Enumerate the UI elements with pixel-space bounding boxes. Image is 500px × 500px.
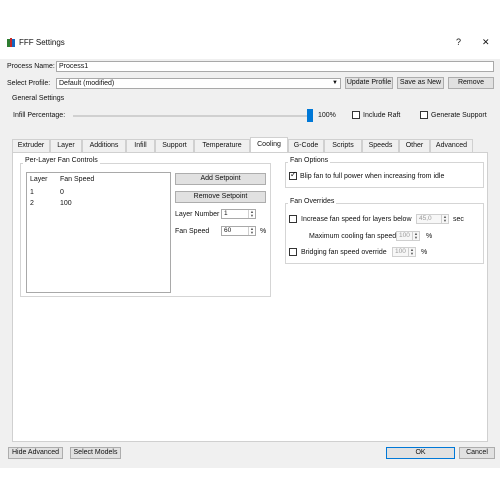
chevron-down-icon: ▼: [332, 80, 338, 86]
tab-support[interactable]: Support: [155, 139, 194, 152]
stepper-arrows-icon[interactable]: ▲ ▼: [248, 210, 255, 218]
bridging-fan-speed-value: 100: [395, 248, 406, 255]
process-name-label: Process Name:: [7, 63, 55, 70]
infill-percentage-label: Infill Percentage:: [13, 112, 66, 119]
table-row-2-layer[interactable]: 2: [30, 200, 34, 207]
save-as-new-button[interactable]: Save as New: [397, 77, 444, 89]
tab-speeds[interactable]: Speeds: [362, 139, 399, 152]
select-models-button[interactable]: Select Models: [70, 447, 121, 459]
stepper-arrows-icon[interactable]: ▲ ▼: [248, 227, 255, 235]
tab-scripts[interactable]: Scripts: [324, 139, 362, 152]
close-icon[interactable]: ✕: [482, 37, 490, 48]
general-settings-title: General Settings: [12, 95, 65, 102]
layer-number-stepper[interactable]: 1 ▲ ▼: [221, 209, 256, 219]
increase-fan-speed-stepper[interactable]: 45,0 ▲ ▼: [416, 214, 449, 224]
remove-setpoint-button[interactable]: Remove Setpoint: [175, 191, 266, 203]
profile-select[interactable]: Default (modified) ▼: [56, 78, 341, 89]
select-profile-label: Select Profile:: [7, 80, 51, 87]
column-header-fan-speed: Fan Speed: [60, 176, 95, 183]
tab-other[interactable]: Other: [399, 139, 430, 152]
blip-fan-checkbox[interactable]: [289, 170, 297, 180]
infill-slider-handle[interactable]: [307, 109, 313, 122]
max-cooling-fan-speed-unit: %: [426, 233, 433, 240]
infill-slider-track[interactable]: [73, 115, 311, 117]
stepper-arrows-icon[interactable]: ▲ ▼: [408, 248, 415, 256]
remove-profile-button[interactable]: Remove: [448, 77, 494, 89]
layer-number-label: Layer Number: [175, 211, 220, 218]
bridging-fan-speed-checkbox[interactable]: [289, 248, 297, 256]
max-cooling-fan-speed-label: Maximum cooling fan speed: [309, 233, 397, 240]
fan-speed-stepper[interactable]: 60 ▲ ▼: [221, 226, 256, 236]
window-title: FFF Settings: [19, 38, 65, 47]
increase-fan-speed-label: Increase fan speed for layers below: [301, 216, 412, 223]
tab-additions[interactable]: Additions: [82, 139, 126, 152]
stepper-arrows-icon[interactable]: ▲ ▼: [412, 232, 419, 240]
table-row-1-speed[interactable]: 0: [60, 189, 64, 196]
tab-layer[interactable]: Layer: [50, 139, 82, 152]
table-row-1-layer[interactable]: 1: [30, 189, 34, 196]
fan-options-title: Fan Options: [288, 157, 331, 164]
fan-speed-label: Fan Speed: [175, 228, 210, 235]
fan-overrides-title: Fan Overrides: [288, 198, 337, 205]
bridging-fan-speed-stepper[interactable]: 100 ▲ ▼: [392, 247, 416, 257]
column-header-layer: Layer: [30, 176, 48, 183]
include-raft-checkbox[interactable]: [352, 111, 360, 119]
process-name-input[interactable]: Process1: [56, 61, 494, 72]
generate-support-checkbox[interactable]: [420, 111, 428, 119]
bridging-fan-speed-label: Bridging fan speed override: [301, 249, 387, 256]
max-cooling-fan-speed-stepper[interactable]: 100 ▲ ▼: [396, 231, 420, 241]
max-cooling-fan-speed-value: 100: [399, 232, 410, 239]
ok-button[interactable]: OK: [386, 447, 455, 459]
increase-fan-speed-checkbox[interactable]: [289, 215, 297, 223]
setpoint-table[interactable]: Layer Fan Speed 1 0 2 100: [26, 172, 171, 293]
tab-g-code[interactable]: G-Code: [288, 139, 324, 152]
stepper-arrows-icon[interactable]: ▲ ▼: [441, 215, 448, 223]
app-icon: [7, 38, 15, 47]
per-layer-fan-controls-title: Per-Layer Fan Controls: [23, 157, 100, 164]
help-button[interactable]: ?: [456, 37, 461, 47]
table-row-2-speed[interactable]: 100: [60, 200, 72, 207]
fan-speed-unit: %: [260, 228, 267, 235]
fan-speed-value: 60: [224, 227, 232, 234]
cancel-button[interactable]: Cancel: [459, 447, 495, 459]
tab-cooling[interactable]: Cooling: [250, 137, 288, 152]
title-bar: [0, 25, 500, 59]
layer-number-value: 1: [224, 210, 228, 217]
tab-infill[interactable]: Infill: [126, 139, 155, 152]
infill-percentage-value: 100%: [318, 112, 336, 119]
include-raft-label: Include Raft: [363, 112, 401, 119]
increase-fan-speed-unit: sec: [453, 216, 464, 223]
tab-temperature[interactable]: Temperature: [194, 139, 250, 152]
bridging-fan-speed-unit: %: [421, 249, 428, 256]
generate-support-label: Generate Support: [431, 112, 487, 119]
increase-fan-speed-value: 45,0: [419, 215, 432, 222]
tab-advanced[interactable]: Advanced: [430, 139, 473, 152]
blip-fan-label: Blip fan to full power when increasing f…: [300, 173, 445, 180]
add-setpoint-button[interactable]: Add Setpoint: [175, 173, 266, 185]
update-profile-button[interactable]: Update Profile: [345, 77, 393, 89]
hide-advanced-button[interactable]: Hide Advanced: [8, 447, 63, 459]
profile-select-value: Default (modified): [59, 80, 115, 87]
tab-extruder[interactable]: Extruder: [12, 139, 50, 152]
